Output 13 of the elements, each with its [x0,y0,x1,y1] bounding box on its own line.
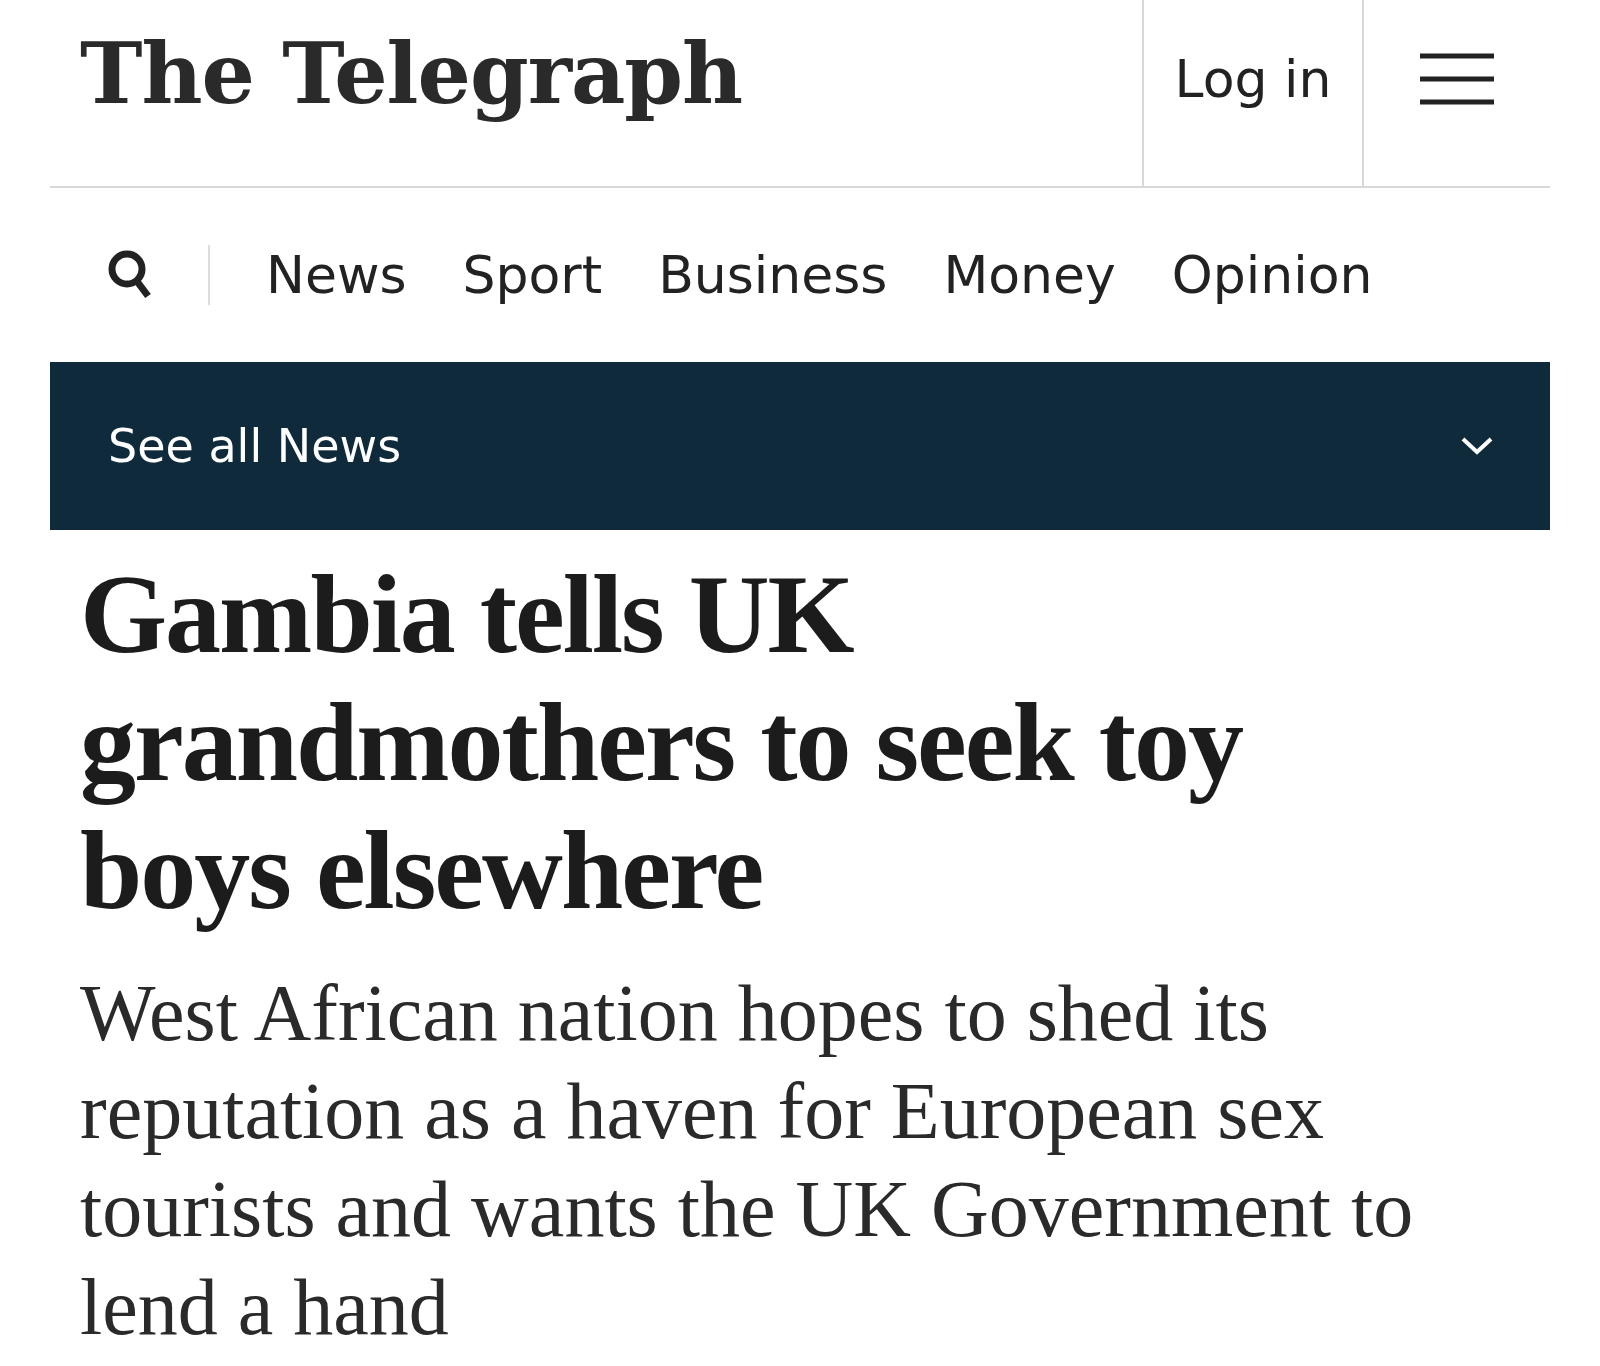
nav-link[interactable]: Sport [462,245,603,305]
menu-icon [1420,53,1494,105]
search-icon[interactable] [108,250,152,300]
section-dropdown[interactable]: See all News [50,362,1550,530]
standfirst: West African nation hopes to shed its reputation as a haven for European sex tourists and wants the UK Government to lend a hand [80,968,1415,1353]
nav-link[interactable]: Opinion [1171,245,1373,305]
nav-link[interactable]: Money [943,245,1116,305]
logo[interactable]: The Telegraph [50,24,1142,123]
login-button[interactable]: Log in [1142,0,1364,186]
nav-link[interactable]: News [266,245,407,305]
headline: Gambia tells UK grandmothers to seek toy boys elsewhere [80,551,1244,934]
nav-link[interactable]: Business [658,245,888,305]
chevron-down-icon [1460,436,1494,456]
